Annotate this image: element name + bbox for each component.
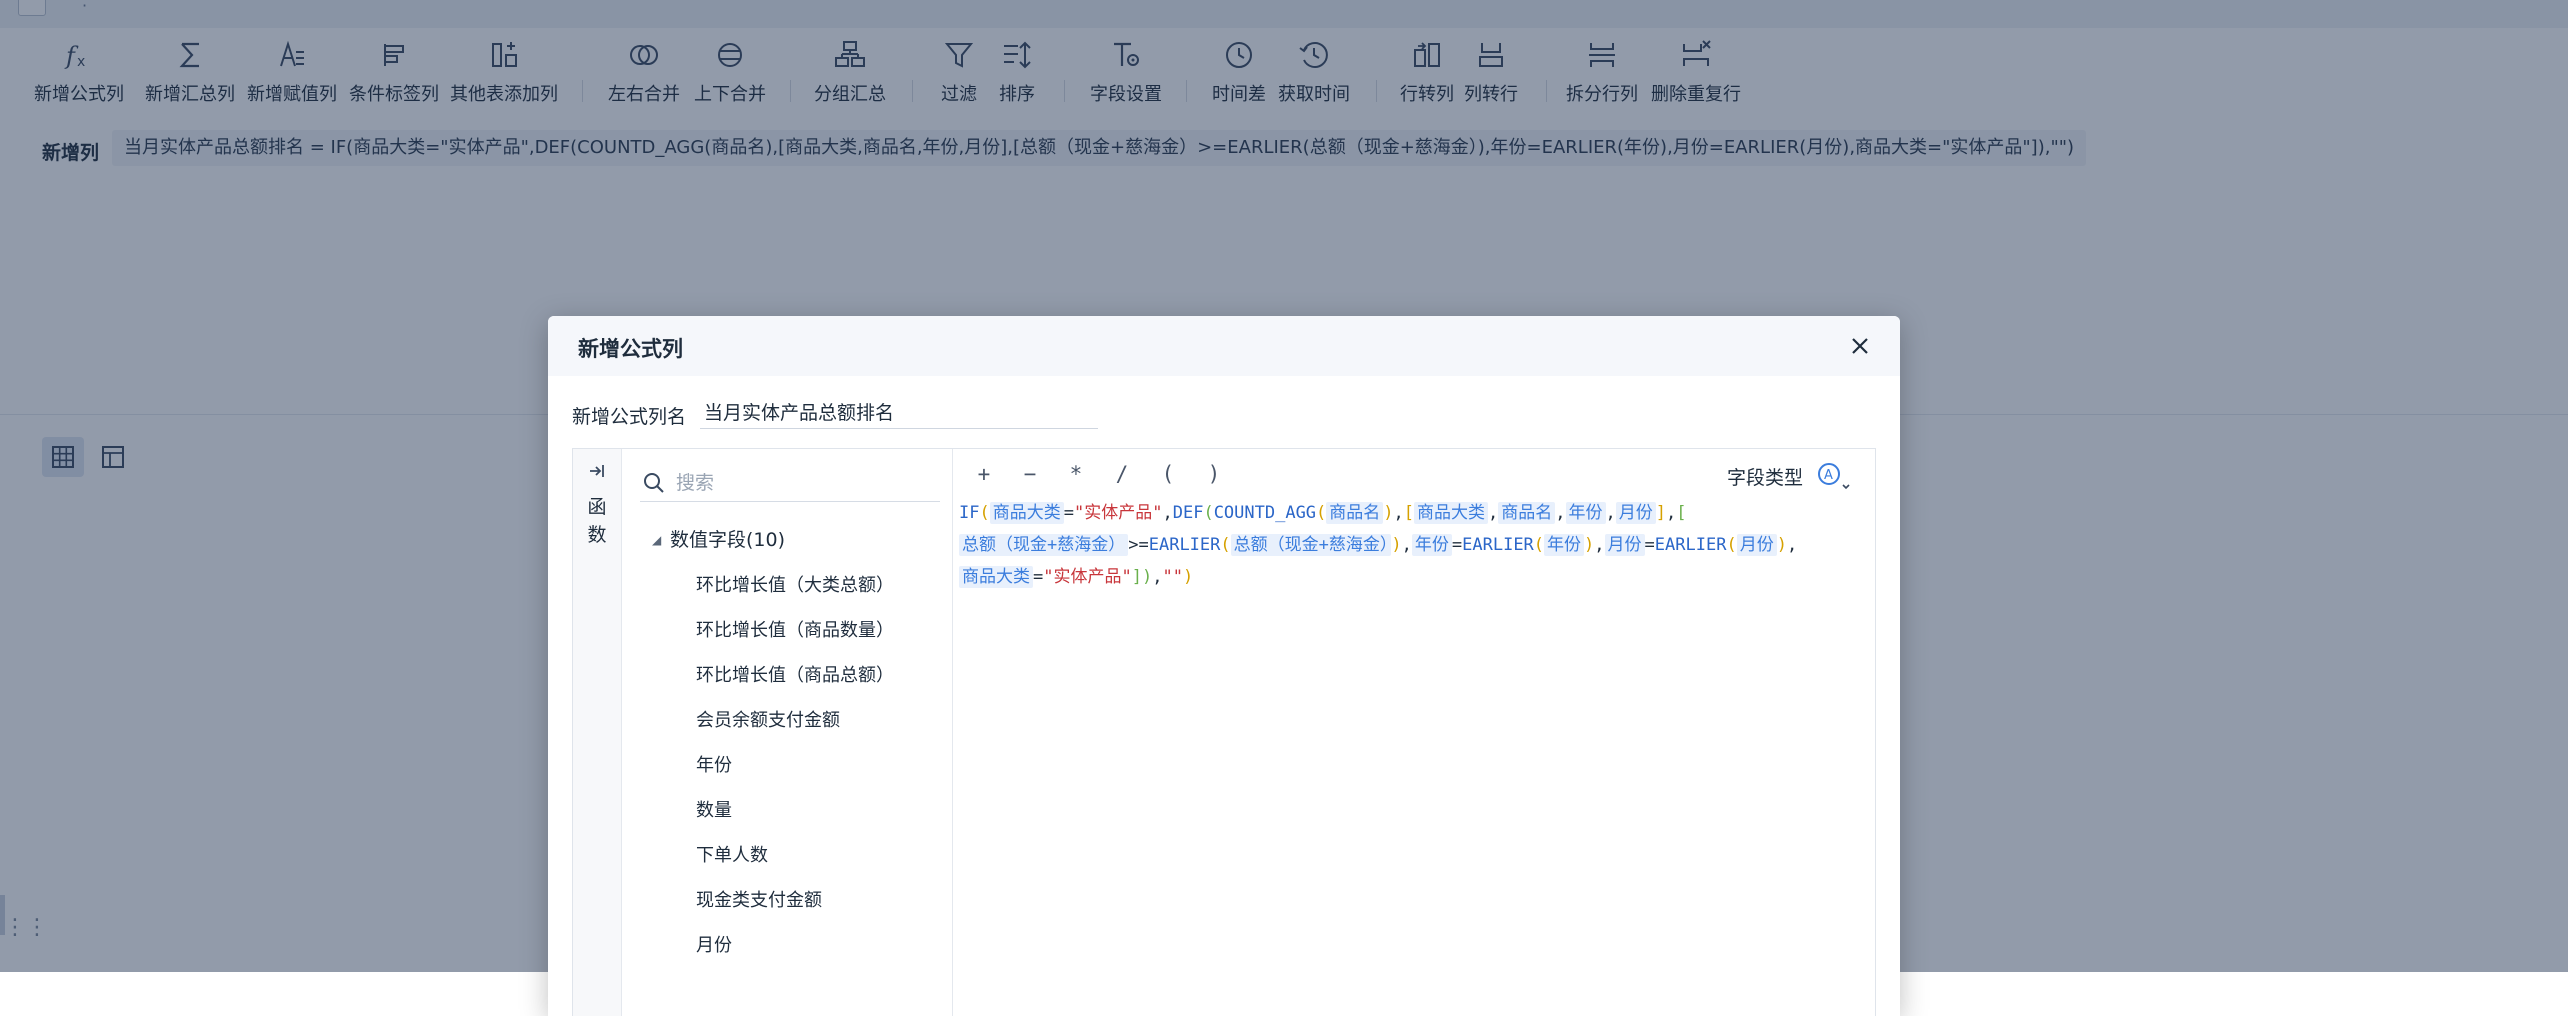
dialog-header: 新增公式列 <box>548 316 1900 376</box>
search-input[interactable] <box>674 467 928 499</box>
function-tab[interactable]: 函数 <box>573 493 621 549</box>
formula-code-area[interactable]: + − * / ( ) 字段类型 A IF(商品大类 ="实体产品",DEF(CO… <box>953 449 1875 1016</box>
field-item[interactable]: 年份 <box>696 751 732 777</box>
group-label: 数值字段(10) <box>670 529 786 551</box>
field-type-label: 字段类型 <box>1726 467 1803 489</box>
right-paren-button[interactable]: ) <box>1199 459 1229 489</box>
numeric-fields-group[interactable]: ◢ 数值字段(10) <box>652 525 785 552</box>
column-name-input[interactable] <box>700 394 1098 429</box>
dialog-title: 新增公式列 <box>578 337 683 361</box>
field-item[interactable]: 环比增长值（商品总额） <box>696 661 894 687</box>
close-icon[interactable] <box>1846 332 1874 360</box>
left-paren-button[interactable]: ( <box>1153 459 1183 489</box>
minus-operator-button[interactable]: − <box>1015 459 1045 489</box>
field-item[interactable]: 数量 <box>696 796 732 822</box>
field-item[interactable]: 环比增长值（商品数量） <box>696 616 894 642</box>
field-type-toggle: 字段类型 A <box>1705 459 1855 491</box>
formula-editor: 函数 ◢ 数值字段(10) 环比增长值（大类总额） 环比增长值（商品数量） 环比增… <box>572 448 1876 1016</box>
field-search <box>640 463 940 502</box>
field-type-icon[interactable]: A <box>1811 459 1855 491</box>
add-formula-column-dialog: 新增公式列 新增公式列名 函数 ◢ 数值字段(10) 环比增长值（大类总额） 环比… <box>548 316 1900 1016</box>
multiply-operator-button[interactable]: * <box>1061 459 1091 489</box>
divide-operator-button[interactable]: / <box>1107 459 1137 489</box>
plus-operator-button[interactable]: + <box>969 459 999 489</box>
field-item[interactable]: 月份 <box>696 931 732 957</box>
column-name-label: 新增公式列名 <box>572 406 687 428</box>
field-item[interactable]: 下单人数 <box>696 841 768 867</box>
function-rail: 函数 <box>573 449 622 1016</box>
formula-code[interactable]: IF(商品大类 ="实体产品",DEF(COUNTD_AGG(商品名),[商品大类… <box>959 497 1859 593</box>
field-item[interactable]: 会员余额支付金额 <box>696 706 840 732</box>
svg-text:A: A <box>1824 468 1833 483</box>
field-item[interactable]: 环比增长值（大类总额） <box>696 571 894 597</box>
field-panel: ◢ 数值字段(10) 环比增长值（大类总额） 环比增长值（商品数量） 环比增长值（… <box>622 449 953 1016</box>
caret-down-icon: ◢ <box>652 533 662 547</box>
expand-icon[interactable] <box>587 461 607 481</box>
search-icon <box>644 473 664 493</box>
field-item[interactable]: 现金类支付金额 <box>696 886 822 912</box>
function-tab-label: 函数 <box>587 496 607 546</box>
